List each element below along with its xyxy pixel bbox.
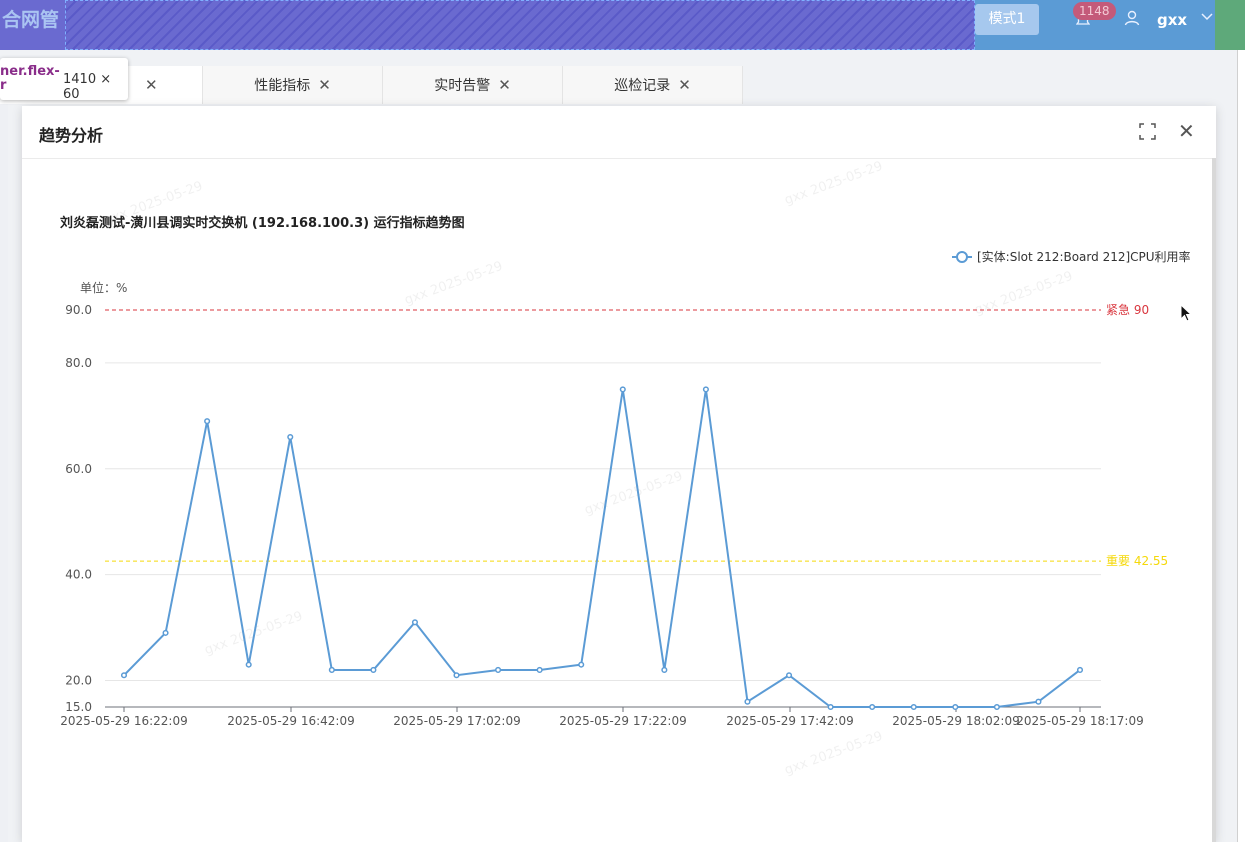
data-point [536, 666, 543, 673]
data-point [411, 619, 419, 626]
data-point [661, 666, 668, 673]
inspector-selector-text: ner.flex- r [0, 64, 60, 93]
data-point [578, 661, 585, 668]
tab-label: 性能指标 [254, 78, 311, 94]
series-line [123, 389, 1081, 708]
dialog-header: 趋势分析 ✕ [22, 106, 1216, 159]
mouse-cursor-icon [1180, 303, 1194, 324]
data-point [744, 698, 751, 705]
tab-label: 巡检记录 [614, 78, 671, 94]
chevron-down-icon[interactable] [1200, 10, 1214, 28]
data-point [453, 672, 460, 679]
data-point [619, 386, 626, 393]
y-tick-label: 60.0 [65, 462, 92, 476]
data-point [204, 418, 211, 425]
close-icon[interactable]: ✕ [145, 76, 158, 94]
close-icon[interactable]: ✕ [318, 76, 331, 94]
y-axis-label: 单位：% [80, 280, 127, 295]
user-icon[interactable] [1124, 10, 1140, 30]
x-tick-label: 2025-05-29 17:22:09 [559, 714, 686, 728]
x-tick-label: 2025-05-29 17:42:09 [726, 714, 853, 728]
x-tick-label: 2025-05-29 18:02:09 [892, 714, 1019, 728]
data-point [1035, 698, 1042, 705]
legend-marker [956, 251, 968, 263]
data-point [702, 386, 709, 393]
x-tick-label: 2025-05-29 18:17:09 [1016, 714, 1143, 728]
x-tick-label: 2025-05-29 16:42:09 [227, 714, 354, 728]
brand-title: 合网管 [0, 0, 65, 50]
data-point [287, 433, 294, 441]
notification-badge[interactable]: 1148 [1073, 2, 1116, 20]
dialog-scrollbar[interactable] [1212, 158, 1216, 842]
data-point [245, 661, 252, 668]
data-point [785, 672, 793, 679]
data-point [328, 666, 335, 673]
close-icon[interactable]: ✕ [498, 76, 511, 94]
trend-analysis-dialog: 趋势分析 ✕ gxx 2025-05-29 gxx 2025-05-29 gxx… [22, 106, 1216, 842]
data-point [1076, 666, 1084, 673]
tab-realtime-alarms[interactable]: 实时告警 ✕ [383, 66, 563, 104]
chart-title: 刘炎磊测试-潢川县调实时交换机 (192.168.100.3) 运行指标趋势图 [60, 215, 465, 231]
data-point [869, 703, 876, 711]
inspector-size-text: 1410 × 60 [63, 72, 112, 102]
data-point [495, 666, 502, 673]
x-tick-label: 2025-05-29 17:02:09 [393, 714, 520, 728]
data-point [952, 703, 959, 711]
left-sidebar-edge [0, 104, 8, 842]
threshold-label: 紧急 90 [1106, 302, 1149, 317]
top-navigation-bar: 合网管 模式1 1148 gxx [0, 0, 1215, 50]
close-icon[interactable]: ✕ [1178, 121, 1195, 141]
threshold-label: 重要 42.55 [1106, 554, 1168, 568]
y-tick-label: 15.0 [65, 700, 92, 714]
data-point [162, 629, 169, 636]
devtools-panel-edge [1237, 50, 1245, 842]
data-point [120, 672, 128, 679]
y-tick-label: 40.0 [65, 568, 92, 582]
close-icon[interactable]: ✕ [678, 76, 691, 94]
username[interactable]: gxx [1157, 11, 1187, 29]
data-point [370, 666, 377, 673]
y-tick-label: 20.0 [65, 674, 92, 688]
mode-button[interactable]: 模式1 [975, 4, 1039, 35]
y-tick-label: 90.0 [65, 303, 92, 317]
tab-inspection-records[interactable]: 巡检记录 ✕ [563, 66, 743, 104]
inspector-highlight-overlay [65, 0, 975, 50]
trend-line-chart: 刘炎磊测试-潢川县调实时交换机 (192.168.100.3) 运行指标趋势图单… [60, 215, 1191, 728]
legend-label: [实体:Slot 212:Board 212]CPU利用率 [977, 249, 1191, 264]
fullscreen-icon[interactable] [1139, 123, 1156, 140]
tab-label: 实时告警 [434, 78, 491, 94]
inspector-tooltip: ner.flex- r 1410 × 60 [0, 58, 128, 102]
data-point [910, 703, 917, 711]
x-tick-label: 2025-05-29 16:22:09 [60, 714, 187, 728]
data-point [993, 703, 1000, 711]
data-point [827, 703, 834, 711]
dialog-title: 趋势分析 [39, 126, 104, 145]
tab-performance[interactable]: 性能指标 ✕ [203, 66, 383, 104]
right-edge-panel [1215, 0, 1245, 50]
y-tick-label: 80.0 [65, 356, 92, 370]
